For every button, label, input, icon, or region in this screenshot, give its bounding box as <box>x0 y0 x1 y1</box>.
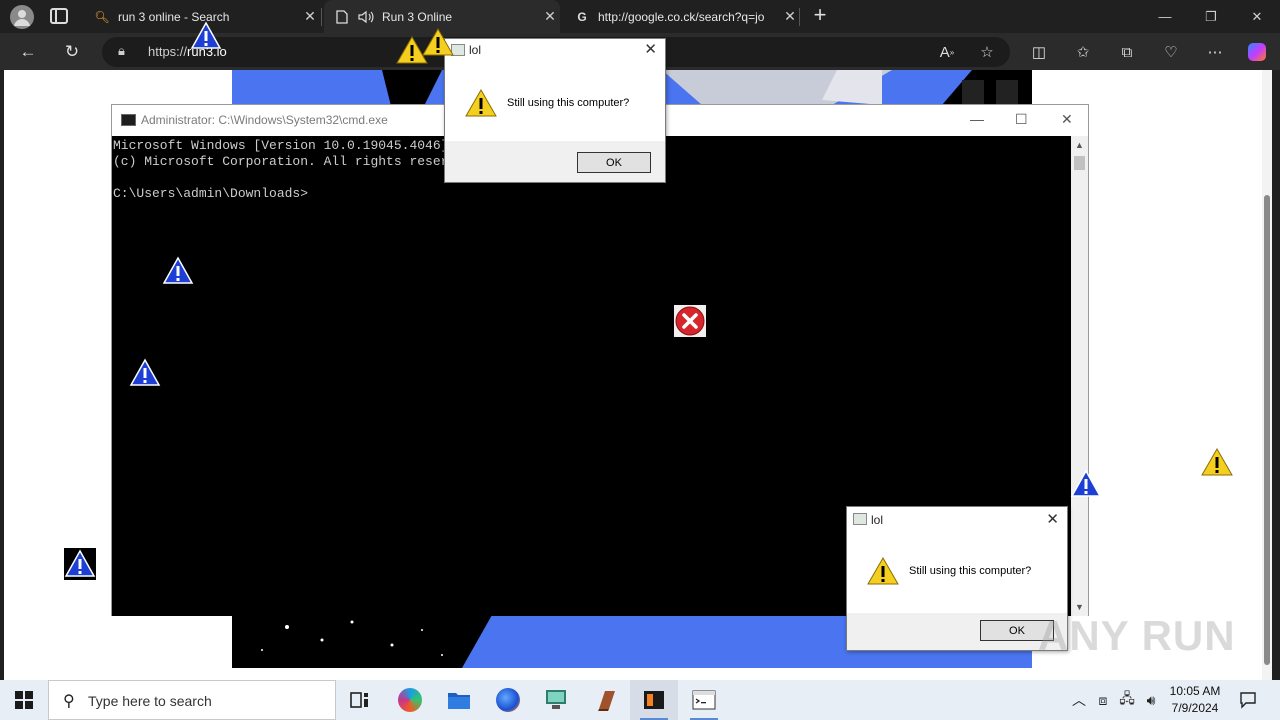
tab-google[interactable]: G http://google.co.ck/search?q=jo ✕ <box>564 0 800 33</box>
split-screen-icon[interactable]: ◫ <box>1022 35 1056 69</box>
scroll-down-icon[interactable]: ▼ <box>1075 602 1084 612</box>
close-tab-icon[interactable]: ✕ <box>540 8 560 25</box>
blue-warning-icon <box>129 357 161 389</box>
close-window-button[interactable]: ✕ <box>1234 0 1280 33</box>
scroll-up-icon[interactable]: ▲ <box>1075 140 1084 150</box>
cmd-close-button[interactable]: ✕ <box>1061 111 1073 128</box>
network-icon[interactable]: 🖧︎ <box>1116 680 1138 720</box>
search-placeholder: Type here to search <box>88 693 212 709</box>
firefox-icon[interactable] <box>484 680 532 720</box>
taskbar: ⚲ Type here to search ︿ ⧈ 🖧︎ 🔊︎ 10:05 AM… <box>0 680 1280 720</box>
refresh-button[interactable]: ↻ <box>55 35 89 69</box>
minimize-button[interactable]: — <box>1142 0 1188 33</box>
cmd-taskbar-icon[interactable] <box>680 680 728 720</box>
speaker-icon[interactable] <box>358 9 374 25</box>
dialog-message: Still using this computer? <box>507 97 630 109</box>
dialog-title: lol <box>871 513 884 527</box>
dialog-close-button[interactable]: ✕ <box>644 40 657 58</box>
show-hidden-icons-icon[interactable]: ︿ <box>1068 680 1090 720</box>
google-favicon-icon: G <box>577 9 587 24</box>
volume-icon[interactable]: 🔊︎ <box>1140 680 1162 720</box>
message-dialog[interactable]: lol ✕ Still using this computer? OK <box>444 38 666 183</box>
message-dialog[interactable]: lol ✕ Still using this computer? OK <box>846 506 1068 651</box>
tab-separator <box>321 8 322 26</box>
tab-title: http://google.co.ck/search?q=jo <box>598 9 765 24</box>
dialog-body: Still using this computer? <box>847 531 1067 613</box>
cmd-maximize-button[interactable]: ☐ <box>1015 111 1028 128</box>
cmd-minimize-button[interactable]: — <box>970 111 984 127</box>
url-prefix: https:// <box>148 44 188 59</box>
dialog-title-bar[interactable]: lol ✕ <box>847 507 1067 531</box>
more-menu-icon[interactable]: ⋯ <box>1198 35 1232 69</box>
notifications-icon[interactable] <box>1234 680 1262 720</box>
dialog-close-button[interactable]: ✕ <box>1046 510 1059 528</box>
cmd-scrollbar[interactable]: ▲ ▼ <box>1071 136 1088 616</box>
dialog-title: lol <box>469 43 482 57</box>
new-tab-button[interactable]: + <box>808 4 832 28</box>
start-button[interactable] <box>0 680 48 720</box>
browser-essentials-icon[interactable]: ♡ <box>1154 35 1188 69</box>
ok-button[interactable]: OK <box>577 152 651 173</box>
page-scroll-thumb[interactable] <box>1264 195 1270 665</box>
search-icon: ⚲ <box>63 693 75 710</box>
blue-warning-icon <box>1070 469 1102 497</box>
taskbar-clock[interactable]: 10:05 AM 7/9/2024 <box>1160 683 1230 717</box>
page-favicon-icon <box>334 9 350 25</box>
app-taskbar-icon[interactable] <box>532 680 580 720</box>
dialog-body: Still using this computer? <box>445 61 665 141</box>
profile-icon[interactable] <box>10 5 34 29</box>
warning-icon <box>867 557 899 585</box>
collections-icon[interactable]: ⧉ <box>1110 35 1144 69</box>
tray-app-icon[interactable]: ⧈ <box>1092 680 1114 720</box>
edge-taskbar-icon[interactable] <box>386 680 434 720</box>
lock-icon: 🔒︎ <box>118 43 125 58</box>
page-scrollbar[interactable] <box>1262 70 1272 680</box>
active-app-icon[interactable] <box>630 680 678 720</box>
error-icon <box>674 305 706 337</box>
search-favicon-icon: 🔍︎ <box>94 9 110 24</box>
dialog-app-icon <box>853 513 867 525</box>
copilot-icon[interactable] <box>1240 35 1274 69</box>
warning-icon <box>1201 448 1233 476</box>
warning-icon <box>465 89 497 117</box>
clock-time: 10:05 AM <box>1169 684 1221 698</box>
scroll-thumb[interactable] <box>1074 156 1085 170</box>
favorite-star-icon[interactable]: ☆ <box>970 35 1004 69</box>
close-tab-icon[interactable]: ✕ <box>780 8 800 25</box>
dialog-title-bar[interactable]: lol ✕ <box>445 39 665 61</box>
cmd-title: Administrator: C:\Windows\System32\cmd.e… <box>141 113 388 127</box>
anyrun-watermark: ANY RUN <box>1038 612 1236 659</box>
back-button[interactable]: ← <box>11 35 45 69</box>
blue-warning-icon <box>190 21 222 49</box>
task-view-icon[interactable] <box>336 680 384 720</box>
warning-icon <box>422 28 454 56</box>
taskbar-search-box[interactable]: ⚲ Type here to search <box>48 680 336 720</box>
console-prompt: C:\Users\admin\Downloads> <box>113 186 309 201</box>
blue-warning-icon <box>162 256 194 284</box>
close-tab-icon[interactable]: ✕ <box>300 8 320 25</box>
file-explorer-icon[interactable] <box>435 680 483 720</box>
tab-actions-icon[interactable] <box>50 8 68 24</box>
read-aloud-icon[interactable]: A» <box>930 35 964 69</box>
dialog-message: Still using this computer? <box>909 565 1032 577</box>
clock-date: 7/9/2024 <box>1171 701 1219 715</box>
book-app-icon[interactable] <box>582 680 630 720</box>
tab-title: Run 3 Online <box>382 9 453 24</box>
tab-separator <box>799 8 800 26</box>
blue-warning-icon <box>64 548 96 580</box>
windows-logo-icon <box>15 691 33 709</box>
cmd-app-icon <box>121 114 136 126</box>
favorites-icon[interactable]: ✩ <box>1066 35 1100 69</box>
restore-button[interactable]: ❐ <box>1188 0 1234 33</box>
